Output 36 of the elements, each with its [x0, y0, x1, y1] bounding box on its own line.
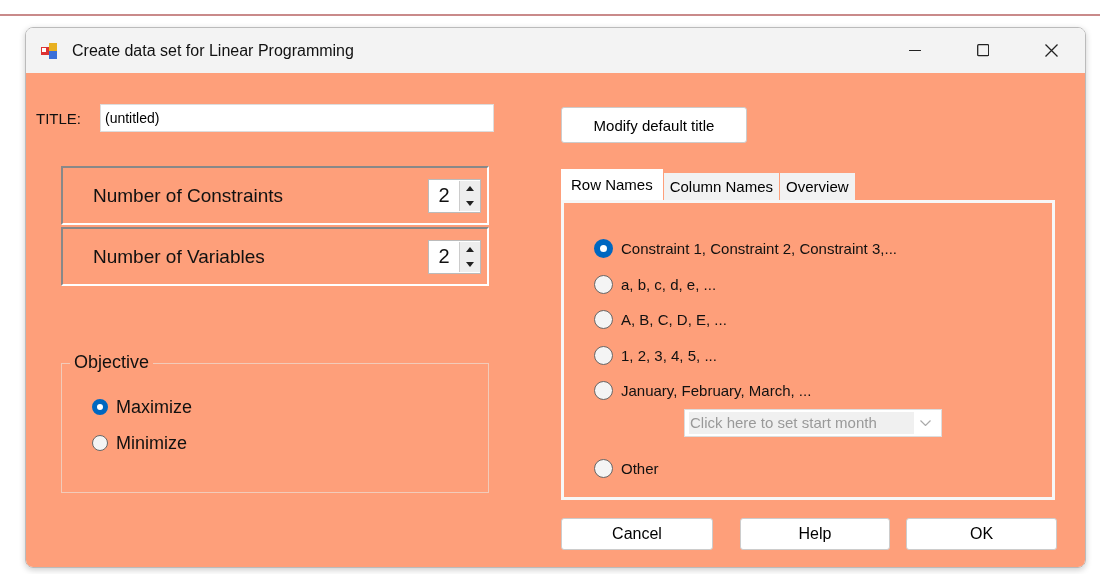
radio-button[interactable]: [594, 458, 613, 478]
dialog-button[interactable]: Help: [740, 518, 890, 550]
app-icon: [40, 41, 58, 60]
radio-option[interactable]: January, February, March, ...: [594, 373, 1052, 409]
radio-button[interactable]: [594, 381, 613, 401]
chevron-down-icon: [920, 419, 931, 426]
radio-button[interactable]: [92, 399, 108, 415]
radio-option[interactable]: A, B, C, D, E, ...: [594, 302, 1052, 338]
radio-option[interactable]: 1, 2, 3, 4, 5, ...: [594, 337, 1052, 373]
maximize-icon[interactable]: [976, 44, 990, 57]
dialog-button[interactable]: Cancel: [561, 518, 713, 550]
window-title: Create data set for Linear Programming: [72, 41, 355, 60]
group-legend: Objective: [70, 352, 154, 373]
radio-option[interactable]: Other: [594, 450, 1052, 486]
radio-button[interactable]: [594, 310, 613, 330]
radio-button[interactable]: [594, 274, 613, 294]
tab[interactable]: Overview: [780, 173, 855, 200]
radio-option[interactable]: Minimize: [92, 425, 488, 461]
radio-option[interactable]: a, b, c, d, e, ...: [594, 266, 1052, 302]
radio-option[interactable]: Constraint 1, Constraint 2, Constraint 3,...: [594, 231, 1052, 267]
spinner-label: Number of Variables: [93, 245, 266, 268]
dialog-button[interactable]: OK: [906, 518, 1057, 550]
number-spinner[interactable]: 2: [428, 239, 481, 274]
radio-button[interactable]: [594, 345, 613, 365]
spinner-label: Number of Constraints: [93, 184, 285, 207]
tab[interactable]: Row Names: [561, 169, 663, 200]
radio-option[interactable]: Maximize: [92, 389, 488, 425]
tab[interactable]: Column Names: [663, 173, 780, 200]
title-field[interactable]: (untitled): [100, 104, 494, 132]
field-label: TITLE:: [36, 109, 82, 127]
radio-button[interactable]: [594, 239, 613, 259]
modify-title-button[interactable]: Modify default title: [561, 107, 747, 143]
number-spinner[interactable]: 2: [428, 178, 481, 213]
minimize-icon[interactable]: [909, 49, 921, 52]
radio-button[interactable]: [92, 435, 108, 451]
close-icon[interactable]: [1044, 44, 1058, 57]
